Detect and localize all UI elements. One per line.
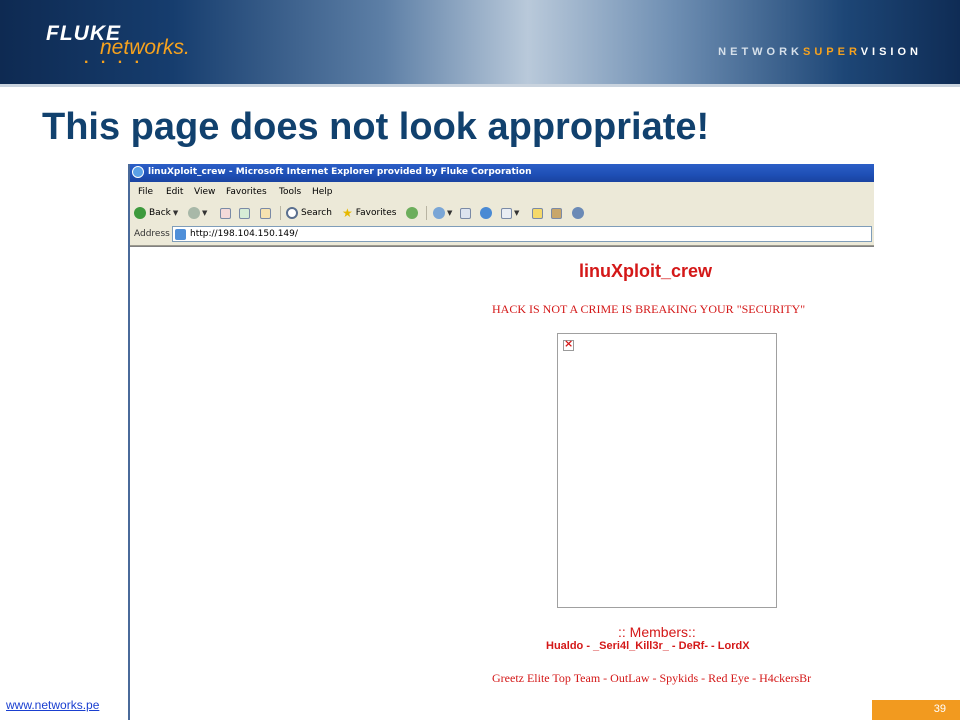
print-button[interactable] <box>460 205 471 221</box>
toolbar-separator <box>280 206 281 220</box>
history-button[interactable] <box>406 205 418 221</box>
refresh-icon <box>239 207 250 219</box>
browser-toolbar: Back ▼ ▼ Search ★ Favorites ▼ ▼ <box>130 202 874 225</box>
back-button[interactable]: Back ▼ <box>134 205 178 221</box>
folder-button[interactable] <box>532 205 543 221</box>
home-icon <box>260 207 271 219</box>
image-placeholder <box>557 333 777 608</box>
back-dropdown-icon[interactable]: ▼ <box>173 209 178 217</box>
hack-message: HACK IS NOT A CRIME IS BREAKING YOUR "SE… <box>492 302 806 316</box>
members-names: Hualdo - _Seri4l_Kill3r_ - DeRf- - LordX <box>546 640 750 652</box>
page-number: 39 <box>933 703 946 715</box>
menu-help[interactable]: Help <box>312 187 333 197</box>
history-icon <box>406 207 418 219</box>
research-button[interactable] <box>551 205 562 221</box>
logo-dots: . . . . <box>84 50 144 67</box>
greetz-text: Greetz Elite Top Team - OutLaw - Spykids… <box>492 671 812 685</box>
research-icon <box>551 207 562 219</box>
mail-icon <box>433 207 445 219</box>
tagline: NETWORKSUPERVISION <box>718 46 922 58</box>
refresh-button[interactable] <box>239 205 250 221</box>
crew-title: linuXploit_crew <box>579 261 713 281</box>
menu-view[interactable]: View <box>194 187 215 197</box>
search-icon <box>286 207 298 219</box>
menu-favorites[interactable]: Favorites <box>226 187 267 197</box>
broken-image-icon <box>563 337 574 351</box>
favorites-label: Favorites <box>355 208 397 218</box>
forward-arrow-icon <box>188 207 200 219</box>
edit-page-button[interactable]: ▼ <box>501 205 519 221</box>
forward-button[interactable]: ▼ <box>188 205 207 221</box>
toolbar-separator <box>426 206 427 220</box>
slide-header: FLUKE networks. . . . . NETWORKSUPERVISI… <box>0 0 960 87</box>
stop-icon <box>220 207 231 219</box>
footer-bar: 39 <box>872 700 960 720</box>
members-title: :: Members:: <box>618 624 696 640</box>
mail-dropdown-icon[interactable]: ▼ <box>447 209 452 217</box>
footer-link[interactable]: www.networks.pe <box>6 698 126 712</box>
address-url: http://198.104.150.149/ <box>190 229 298 239</box>
forward-dropdown-icon[interactable]: ▼ <box>202 209 207 217</box>
discuss-icon <box>572 207 584 219</box>
page-viewport: linuXploit_crew HACK IS NOT A CRIME IS B… <box>130 246 874 720</box>
ie-icon <box>132 166 144 178</box>
address-input[interactable]: http://198.104.150.149/ <box>172 226 872 242</box>
edit-dropdown-icon[interactable]: ▼ <box>514 209 519 217</box>
tagline-vision: VISION <box>860 46 922 58</box>
window-title: linuXploit_crew - Microsoft Internet Exp… <box>148 167 532 177</box>
edit-icon <box>501 207 512 219</box>
discuss-button[interactable] <box>572 205 584 221</box>
stop-button[interactable] <box>220 205 231 221</box>
back-arrow-icon <box>134 207 146 219</box>
browser-titlebar[interactable]: linuXploit_crew - Microsoft Internet Exp… <box>130 164 874 182</box>
favorites-button[interactable]: ★ Favorites <box>342 205 396 221</box>
star-icon: ★ <box>342 206 353 220</box>
slide-title: This page does not look appropriate! <box>42 106 710 148</box>
page-icon <box>175 229 186 240</box>
print-icon <box>460 207 471 219</box>
folder-icon <box>532 207 543 219</box>
tagline-network: NETWORK <box>718 46 803 58</box>
messenger-button[interactable] <box>480 205 492 221</box>
search-button[interactable]: Search <box>286 205 332 221</box>
browser-window: linuXploit_crew - Microsoft Internet Exp… <box>128 164 874 720</box>
mail-button[interactable]: ▼ <box>433 205 452 221</box>
menu-bar: File Edit View Favorites Tools Help <box>130 182 874 203</box>
search-label: Search <box>301 208 332 218</box>
address-bar: Address http://198.104.150.149/ <box>130 224 874 246</box>
home-button[interactable] <box>260 205 271 221</box>
address-label: Address <box>134 229 170 239</box>
menu-edit[interactable]: Edit <box>166 187 183 197</box>
messenger-icon <box>480 207 492 219</box>
tagline-super: SUPER <box>803 46 861 58</box>
menu-file[interactable]: File <box>138 187 153 197</box>
back-label: Back <box>149 208 171 218</box>
menu-tools[interactable]: Tools <box>279 187 301 197</box>
